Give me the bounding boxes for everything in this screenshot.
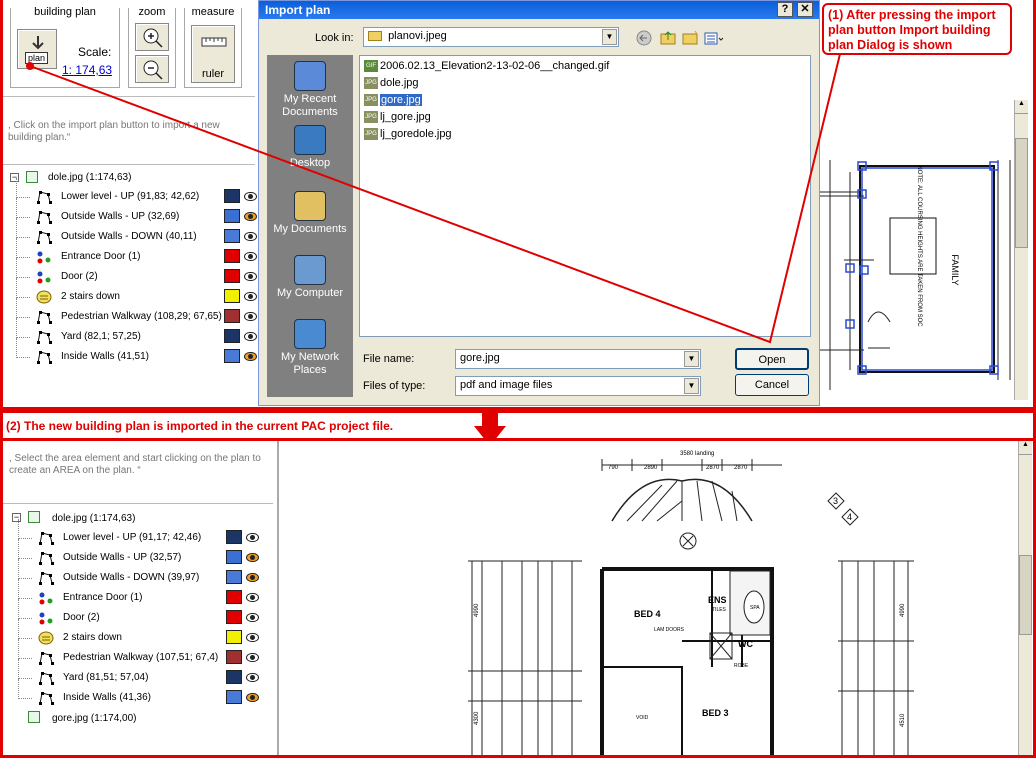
layer-item-7[interactable]: Yard (81,51; 57,04) (10, 659, 275, 687)
tree-connector (18, 659, 32, 679)
door-icon (38, 590, 54, 606)
color-swatch[interactable] (226, 570, 242, 584)
room-bed4: BED 4 (634, 609, 661, 619)
room-tiles: TILES (712, 607, 727, 613)
marker-4: 4 (847, 512, 852, 522)
visibility-eye-icon[interactable] (246, 653, 259, 662)
marker-3: 3 (833, 496, 838, 506)
visibility-eye-icon[interactable] (246, 573, 259, 582)
hint-bottom: , Select the area element and start clic… (9, 453, 261, 476)
tree-connector (18, 639, 32, 659)
plan-view-bottom[interactable]: 790 2890 2870 2870 3580 landing BED 4 EN… (282, 441, 1018, 755)
plan-bottom-scrollbar[interactable]: ▲ (1018, 441, 1032, 755)
color-swatch[interactable] (226, 690, 242, 704)
tree-connector (18, 539, 32, 559)
hint-divider-bottom (3, 503, 273, 504)
image-file-icon (28, 711, 40, 723)
visibility-eye-icon[interactable] (246, 693, 259, 702)
polyline-icon (38, 690, 54, 706)
layer-label: Outside Walls - UP (32,57) (63, 552, 182, 563)
layer-item-2[interactable]: Outside Walls - DOWN (39,97) (10, 559, 275, 587)
polyline-icon (38, 650, 54, 666)
dim-top-3: 2870 (734, 465, 748, 471)
layer-item-5[interactable]: 2 stairs down (10, 619, 275, 647)
color-swatch[interactable] (226, 670, 242, 684)
layer-item-3[interactable]: Entrance Door (1) (10, 579, 275, 607)
visibility-eye-icon[interactable] (246, 593, 259, 602)
layer-item-4[interactable]: Door (2) (10, 599, 275, 627)
tree-connector (18, 559, 32, 579)
scroll-thumb[interactable] (1019, 555, 1032, 635)
polyline-icon (38, 530, 54, 546)
layer-item-1[interactable]: Outside Walls - UP (32,57) (10, 539, 275, 567)
tree-root-label[interactable]: dole.jpg (1:174,63) (52, 513, 135, 524)
scroll-up-icon[interactable]: ▲ (1019, 441, 1032, 455)
layer-label: Inside Walls (41,36) (63, 692, 151, 703)
layer-item-6[interactable]: Pedestrian Walkway (107,51; 67,4) (10, 639, 275, 667)
dim-left-1: 4300 (474, 711, 480, 725)
dim-top-1: 2890 (644, 465, 658, 471)
room-wc: WC (738, 639, 753, 649)
visibility-eye-icon[interactable] (246, 533, 259, 542)
dim-top-2: 2870 (706, 465, 720, 471)
dim-right-0: 4990 (900, 603, 906, 617)
layer-label: 2 stairs down (63, 632, 122, 643)
room-robe: ROBE (734, 663, 749, 669)
dim-right-1: 4510 (900, 713, 906, 727)
color-swatch[interactable] (226, 550, 242, 564)
tree-connector (18, 579, 32, 599)
layer-label: Yard (81,51; 57,04) (63, 672, 149, 683)
layer-label: Outside Walls - DOWN (39,97) (63, 572, 200, 583)
visibility-eye-icon[interactable] (246, 553, 259, 562)
room-ens: ENS (708, 595, 727, 605)
room-spa: SPA (750, 605, 760, 611)
room-bed3: BED 3 (702, 708, 729, 718)
visibility-eye-icon[interactable] (246, 613, 259, 622)
room-void: VOID (636, 715, 649, 721)
layer-tree-bottom: − dole.jpg (1:174,63) gore.jpg (1:174,00… (10, 510, 275, 730)
dim-top-4: 3580 landing (680, 451, 714, 457)
dim-top-0: 790 (608, 465, 619, 471)
plan-drawing-bottom: 790 2890 2870 2870 3580 landing BED 4 EN… (468, 451, 914, 755)
visibility-eye-icon[interactable] (246, 673, 259, 682)
layer-label: Lower level - UP (91,17; 42,46) (63, 532, 202, 543)
door-icon (38, 610, 54, 626)
layer-label: Entrance Door (1) (63, 592, 143, 603)
color-swatch[interactable] (226, 590, 242, 604)
polyline-icon (38, 550, 54, 566)
tree-connector (18, 599, 32, 619)
tree-connector (18, 519, 32, 539)
layer-label: Door (2) (63, 612, 100, 623)
stairs-icon (38, 630, 54, 646)
tree-connector (18, 619, 32, 639)
tree-second-root-label[interactable]: gore.jpg (1:174,00) (52, 713, 137, 724)
color-swatch[interactable] (226, 610, 242, 624)
room-lam-doors: LAM DOORS (654, 627, 685, 633)
layer-item-0[interactable]: Lower level - UP (91,17; 42,46) (10, 519, 275, 547)
color-swatch[interactable] (226, 650, 242, 664)
layer-item-8[interactable]: Inside Walls (41,36) (10, 679, 275, 707)
screenshot-root: building plan plan Scale: 1: 174,63 zoom… (0, 0, 1036, 758)
layer-label: Pedestrian Walkway (107,51; 67,4) (63, 652, 219, 663)
visibility-eye-icon[interactable] (246, 633, 259, 642)
tree-connector (18, 679, 32, 699)
step-1-frame (0, 0, 1036, 410)
polyline-icon (38, 670, 54, 686)
polyline-icon (38, 570, 54, 586)
color-swatch[interactable] (226, 630, 242, 644)
color-swatch[interactable] (226, 530, 242, 544)
dim-left-0: 4990 (474, 603, 480, 617)
